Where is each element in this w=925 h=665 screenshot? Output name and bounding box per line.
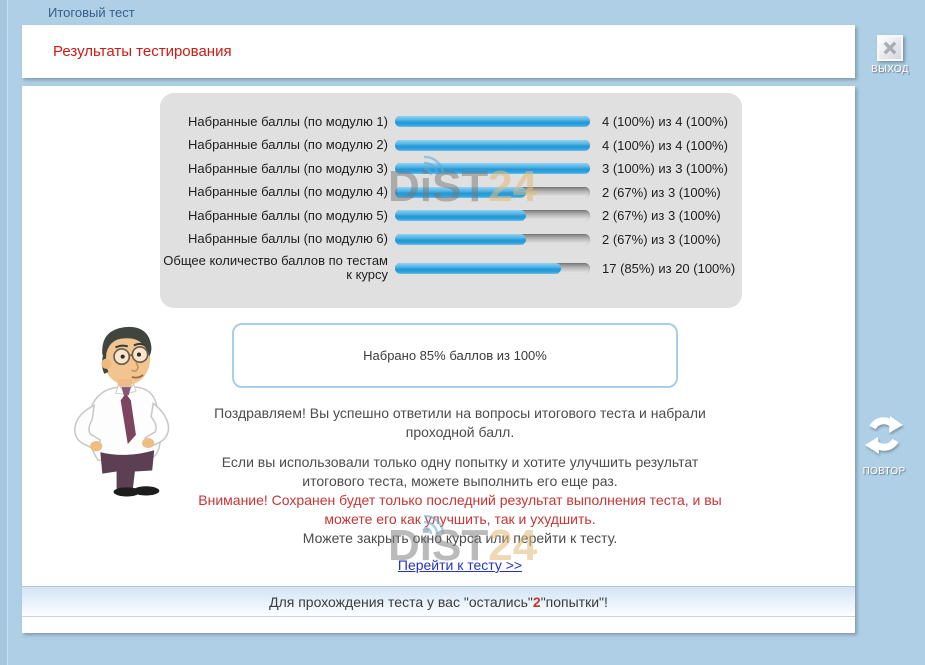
result-row-value: 17 (85%) из 20 (100%) [602, 261, 735, 276]
result-row: Общее количество баллов по тестам к курс… [160, 254, 742, 282]
refresh-icon [861, 412, 907, 458]
results-panel: DiST24 Набранные баллы (по модулю 1) 4 (… [160, 93, 742, 308]
progress-bar [395, 163, 590, 174]
score-box-text: Набрано 85% баллов из 100% [363, 348, 547, 363]
result-row-value: 4 (100%) из 4 (100%) [602, 114, 728, 129]
close-icon [877, 35, 903, 61]
result-row-label: Набранные баллы (по модулю 5) [160, 209, 388, 223]
result-row: Набранные баллы (по модулю 4) 2 (67%) из… [160, 181, 742, 205]
result-row-value: 2 (67%) из 3 (100%) [602, 232, 721, 247]
message-block: Поздравляем! Вы успешно ответили на вопр… [126, 404, 794, 548]
attempts-text-suffix: "попытки"! [541, 594, 608, 610]
main-panel: DiST24 Набранные баллы (по модулю 1) 4 (… [22, 86, 855, 633]
result-row: Набранные баллы (по модулю 3) 3 (100%) и… [160, 157, 742, 181]
exit-button[interactable]: ВЫХОД [866, 35, 914, 75]
progress-fill [395, 163, 590, 174]
attempts-bar: Для прохождения теста у вас "остались" 2… [22, 586, 855, 617]
result-row-value: 3 (100%) из 3 (100%) [602, 161, 728, 176]
congrats-text: Поздравляем! Вы успешно ответили на вопр… [126, 404, 794, 442]
progress-bar [395, 187, 590, 198]
progress-bar [395, 234, 590, 245]
attempts-count: 2 [533, 594, 541, 610]
page-title: Результаты тестирования [53, 25, 855, 78]
progress-fill [395, 263, 561, 274]
result-row-value: 2 (67%) из 3 (100%) [602, 185, 721, 200]
progress-fill [395, 187, 526, 198]
progress-fill [395, 140, 590, 151]
result-row-label: Набранные баллы (по модулю 3) [160, 162, 388, 176]
repeat-button[interactable]: ПОВТОР [858, 412, 910, 477]
repeat-button-label: ПОВТОР [858, 466, 910, 477]
result-row: Набранные баллы (по модулю 6) 2 (67%) из… [160, 228, 742, 252]
progress-bar [395, 263, 590, 274]
exit-button-label: ВЫХОД [866, 64, 914, 75]
left-edge-strip [0, 0, 8, 665]
progress-fill [395, 116, 590, 127]
result-row: Набранные баллы (по модулю 5) 2 (67%) из… [160, 204, 742, 228]
result-row: Набранные баллы (по модулю 2) 4 (100%) и… [160, 134, 742, 158]
retry-text: Если вы использовали только одну попытку… [126, 453, 794, 491]
header-panel: Результаты тестирования [22, 25, 855, 78]
result-row-label: Набранные баллы (по модулю 6) [160, 232, 388, 246]
progress-bar [395, 140, 590, 151]
result-row-value: 4 (100%) из 4 (100%) [602, 138, 728, 153]
warning-text: Внимание! Сохранен будет только последни… [126, 491, 794, 529]
result-row-value: 2 (67%) из 3 (100%) [602, 208, 721, 223]
attempts-text-prefix: Для прохождения теста у вас "остались" [269, 594, 533, 610]
progress-fill [395, 234, 526, 245]
progress-fill [395, 210, 526, 221]
page: Итоговый тест Результаты тестирования Di… [0, 0, 925, 665]
result-row: Набранные баллы (по модулю 1) 4 (100%) и… [160, 110, 742, 134]
window-title: Итоговый тест [48, 5, 135, 20]
go-to-test-link[interactable]: Перейти к тесту >> [126, 557, 794, 573]
progress-bar [395, 116, 590, 127]
result-row-label: Набранные баллы (по модулю 2) [160, 138, 388, 152]
score-box: Набрано 85% баллов из 100% [232, 323, 678, 388]
result-row-label: Набранные баллы (по модулю 4) [160, 185, 388, 199]
progress-bar [395, 210, 590, 221]
result-row-label: Общее количество баллов по тестам к курс… [160, 254, 388, 282]
result-row-label: Набранные баллы (по модулю 1) [160, 115, 388, 129]
close-or-go-text: Можете закрыть окно курса или перейти к … [126, 529, 794, 548]
